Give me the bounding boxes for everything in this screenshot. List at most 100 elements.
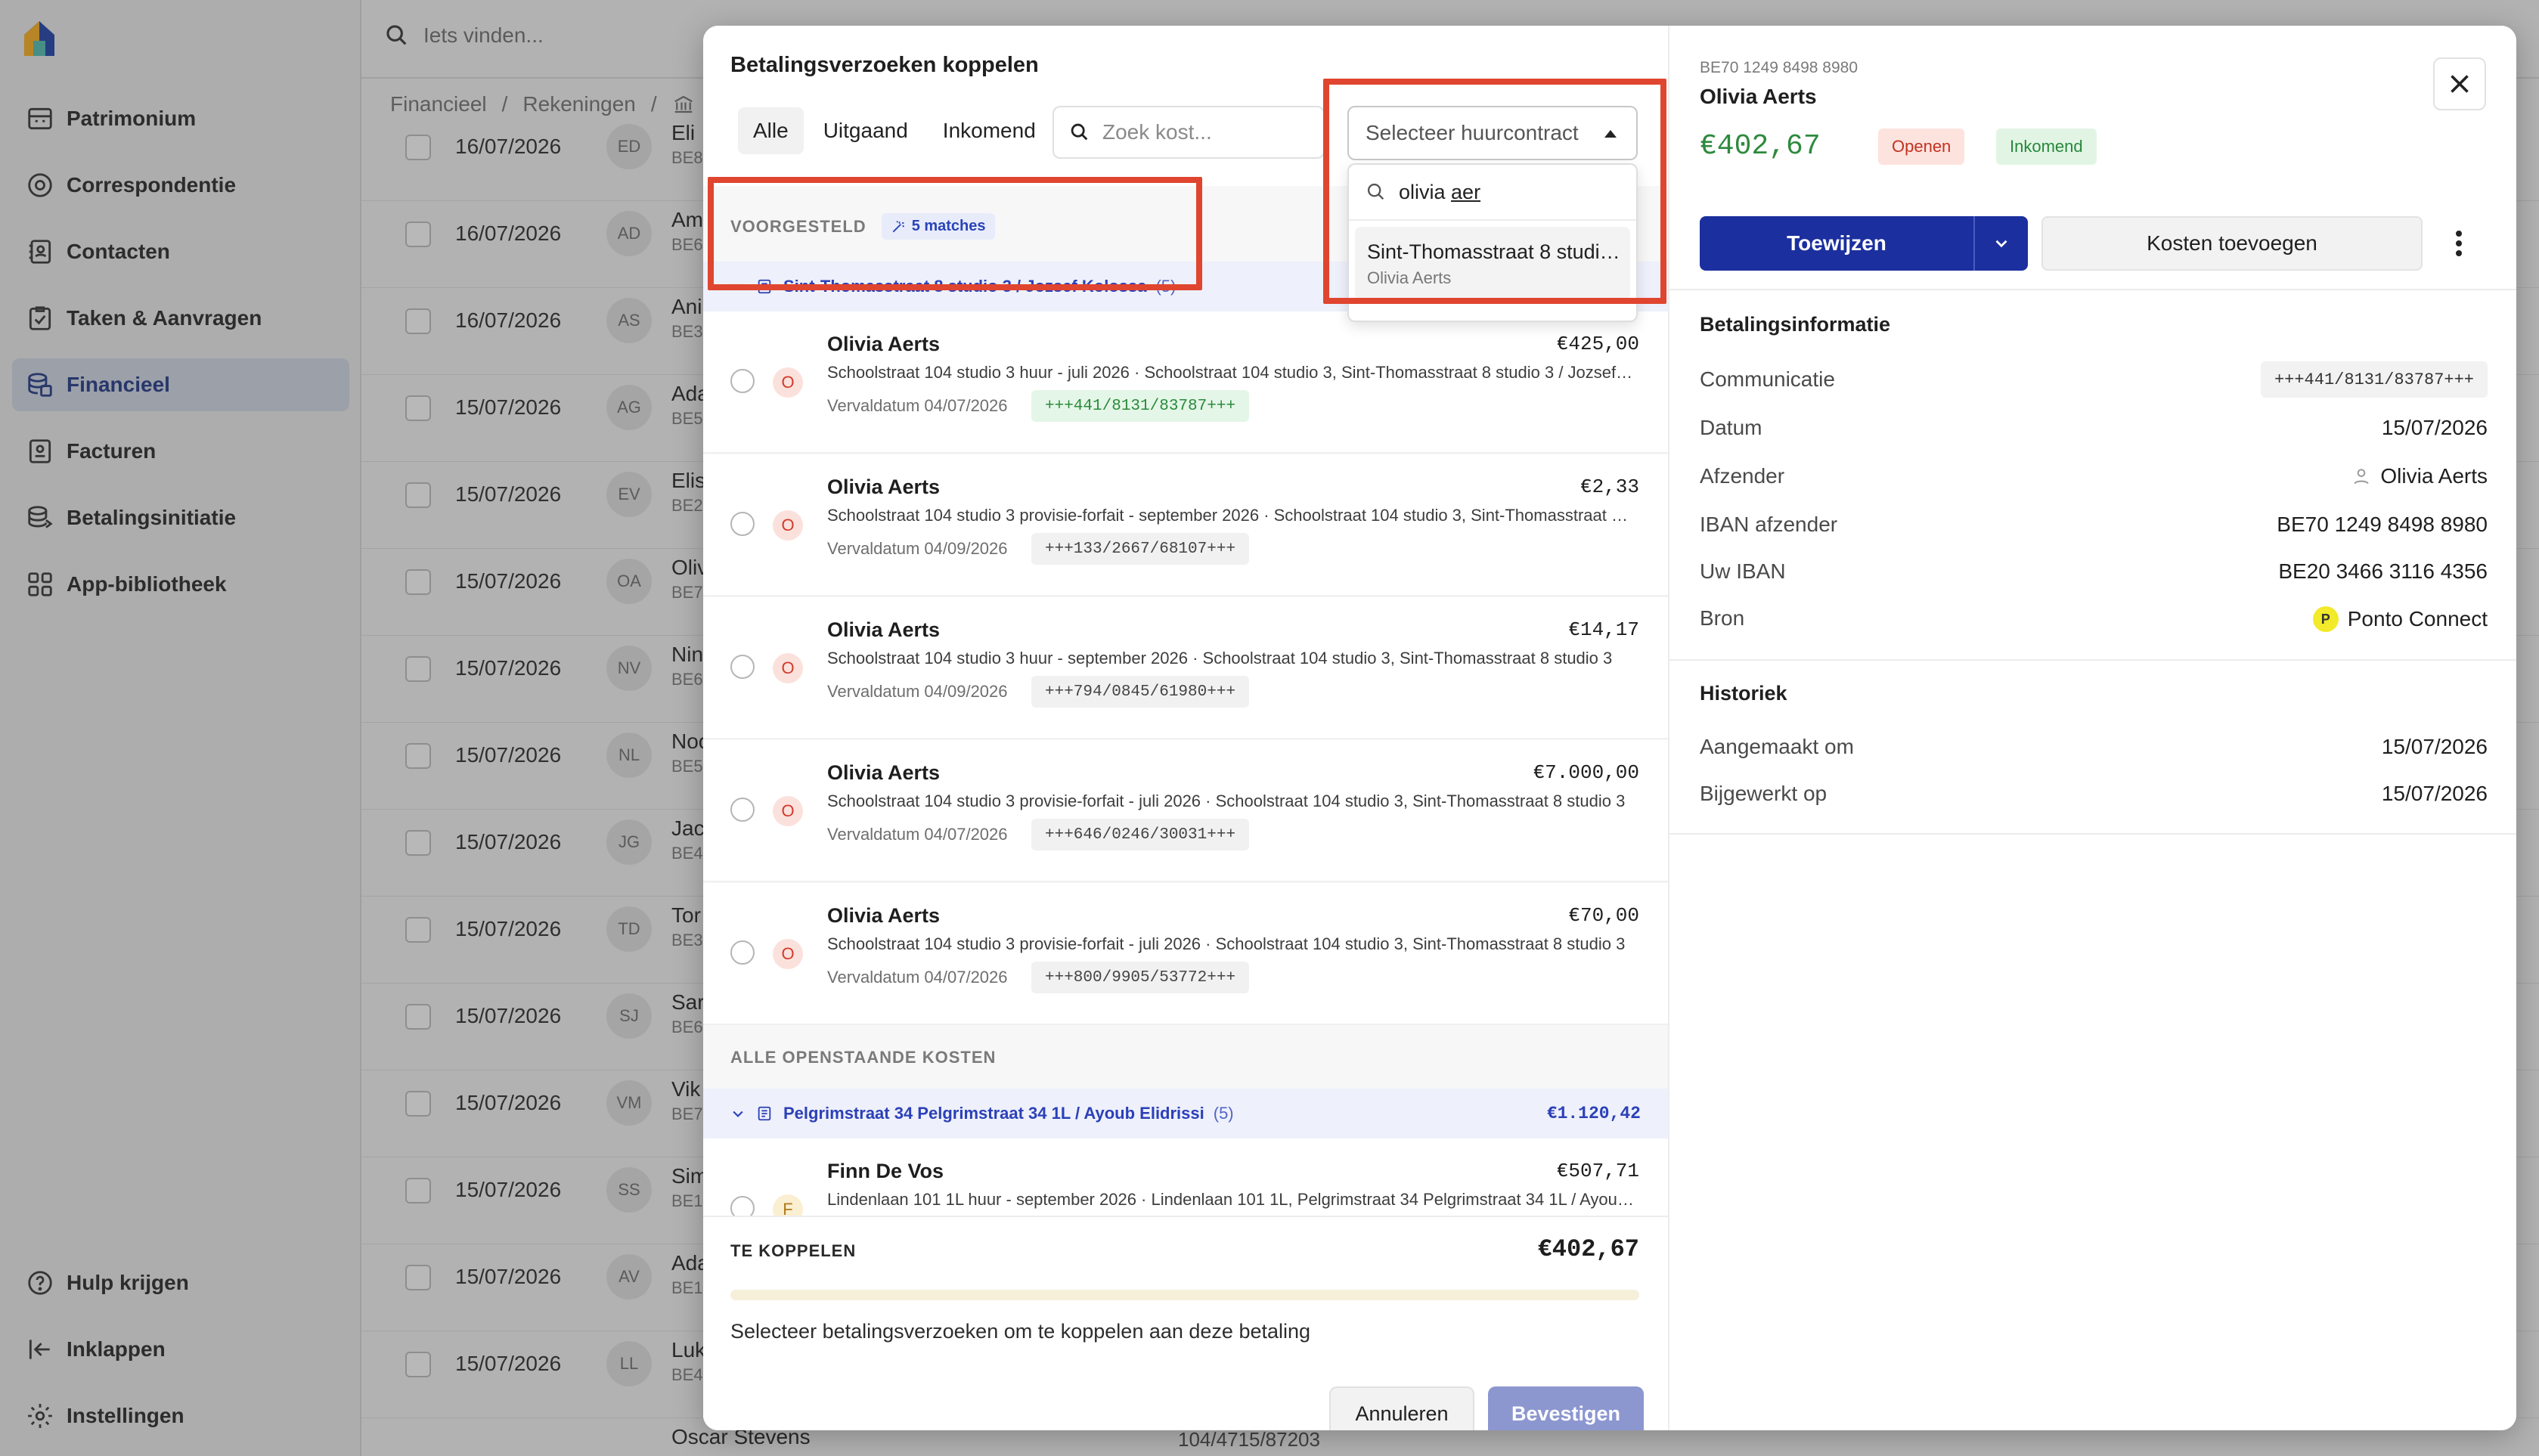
request-description: Lindenlaan 101 1L huur - september 2026 … [827, 1190, 1636, 1209]
info-row: Afzender Olivia Aerts [1700, 458, 2488, 496]
request-description: Schoolstraat 104 studio 3 huur - septemb… [827, 649, 1613, 668]
payment-request-item[interactable]: O Olivia Aerts €425,00 Schoolstraat 104 stu… [703, 311, 1668, 454]
matches-badge: 5 matches [881, 213, 995, 240]
info-row: IBAN afzender BE70 1249 8498 8980 [1700, 507, 2488, 544]
history-value: 15/07/2026 [2381, 735, 2488, 758]
payment-info-title: Betalingsinformatie [1700, 313, 1891, 336]
info-key: Afzender [1700, 464, 1785, 488]
avatar: O [773, 510, 803, 541]
request-amount: €507,71 [1556, 1160, 1639, 1182]
link-progress-bar [730, 1290, 1639, 1300]
info-value: Ponto Connect [2347, 607, 2488, 630]
payer-name: Finn De Vos [827, 1160, 944, 1182]
payer-name: Olivia Aerts [827, 476, 941, 498]
payer-name: Olivia Aerts [827, 333, 941, 355]
structured-reference: +++441/8131/83787+++ [1031, 390, 1250, 422]
to-link-amount: €402,67 [1537, 1235, 1639, 1263]
lease-contract-dropdown: olivia aer Sint-Thomasstraat 8 studio 3 … [1347, 163, 1638, 322]
avatar: O [773, 939, 803, 969]
add-costs-button[interactable]: Kosten toevoegen [2041, 216, 2423, 271]
dropdown-option-subtitle: Olivia Aerts [1367, 268, 1452, 287]
payment-request-item[interactable]: O Olivia Aerts €14,17 Schoolstraat 104 stud… [703, 597, 1668, 739]
cost-search-placeholder: Zoek kost... [1102, 120, 1212, 144]
select-radio[interactable] [730, 1196, 755, 1216]
assign-split-button: Toewijzen [1700, 216, 2028, 271]
history-row: Bijgewerkt op 15/07/2026 [1700, 776, 2488, 813]
open-costs-group-row[interactable]: Pelgrimstraat 34 Pelgrimstraat 34 1L / A… [703, 1089, 1668, 1138]
ponto-logo-icon: P [2312, 606, 2339, 632]
payment-request-item[interactable]: O Olivia Aerts €7.000,00 Schoolstraat 104 s… [703, 740, 1668, 882]
history-row: Aangemaakt om 15/07/2026 [1700, 729, 2488, 767]
group-count: (5) [1155, 277, 1176, 296]
payment-requests-pane: Betalingsverzoeken koppelen Alle Uitgaan… [703, 26, 1668, 1430]
close-button[interactable] [2433, 57, 2486, 110]
avatar: F [773, 1194, 803, 1216]
contract-icon [756, 278, 783, 295]
info-key: IBAN afzender [1700, 513, 1838, 536]
payment-requests-list[interactable]: VOORGESTELD 5 matches Sint-Thomasstraat … [703, 186, 1668, 1216]
payment-amount: €402,67 [1700, 130, 1821, 163]
info-key: Datum [1700, 416, 1762, 439]
request-amount: €7.000,00 [1533, 761, 1639, 784]
info-row: Uw IBAN BE20 3466 3116 4356 [1700, 553, 2488, 591]
divider [1669, 289, 2516, 290]
select-radio[interactable] [730, 798, 755, 822]
request-description: Schoolstraat 104 studio 3 huur - juli 20… [827, 363, 1636, 382]
tab-alle[interactable]: Alle [738, 107, 804, 154]
payment-request-item[interactable]: F Finn De Vos €507,71 Lindenlaan 101 1L … [703, 1138, 1668, 1216]
due-date: Vervaldatum 04/07/2026 [827, 825, 1008, 844]
request-amount: €70,00 [1568, 904, 1639, 927]
select-radio[interactable] [730, 940, 755, 965]
dropdown-option[interactable]: Sint-Thomasstraat 8 studio 3 / Jozsef Ko… [1355, 227, 1630, 301]
select-radio[interactable] [730, 655, 755, 679]
caret-up-icon [1604, 130, 1617, 138]
structured-reference: +++133/2667/68107+++ [1031, 533, 1250, 565]
history-value: 15/07/2026 [2381, 782, 2488, 805]
info-row: Communicatie +++441/8131/83787+++ [1700, 361, 2488, 399]
more-options-button[interactable] [2444, 227, 2474, 260]
request-amount: €425,00 [1556, 333, 1639, 355]
direction-tabs: Alle Uitgaand Inkomend [738, 107, 1051, 154]
structured-reference: +++800/9905/53772+++ [1031, 962, 1250, 993]
request-amount: €2,33 [1580, 476, 1639, 498]
status-badge: Openen [1878, 129, 1965, 165]
info-value: BE20 3466 3116 4356 [2278, 559, 2488, 583]
avatar: O [773, 653, 803, 683]
due-date: Vervaldatum 04/07/2026 [827, 968, 1008, 987]
sender-iban-header: BE70 1249 8498 8980 [1700, 59, 1859, 76]
tab-inkomend[interactable]: Inkomend [928, 107, 1051, 154]
suggested-heading-label: VOORGESTELD [730, 216, 866, 236]
structured-reference: +++646/0246/30031+++ [1031, 819, 1250, 850]
dropdown-search-input[interactable]: olivia aer [1349, 165, 1636, 221]
request-description: Schoolstraat 104 studio 3 provisie-forfa… [827, 506, 1636, 525]
suggested-heading: VOORGESTELD 5 matches [730, 213, 995, 240]
all-open-heading: ALLE OPENSTAANDE KOSTEN [730, 1048, 997, 1067]
assign-button[interactable]: Toewijzen [1700, 216, 1973, 271]
info-value: +++441/8131/83787+++ [2260, 361, 2488, 398]
confirm-button[interactable]: Bevestigen [1488, 1386, 1644, 1430]
lease-contract-select[interactable]: Selecteer huurcontract [1347, 106, 1638, 160]
group-title: Pelgrimstraat 34 Pelgrimstraat 34 1L / A… [783, 1104, 1204, 1123]
chevron-down-icon [1992, 234, 2011, 253]
direction-badge: Inkomend [1996, 129, 2097, 165]
select-radio[interactable] [730, 512, 755, 536]
chevron-down-icon [730, 279, 756, 294]
kebab-menu-icon [2455, 230, 2463, 257]
cancel-button[interactable]: Annuleren [1329, 1386, 1474, 1430]
modal-title: Betalingsverzoeken koppelen [730, 53, 1039, 77]
payment-request-item[interactable]: O Olivia Aerts €70,00 Schoolstraat 104 stud… [703, 883, 1668, 1025]
info-row: Datum 15/07/2026 [1700, 410, 2488, 448]
cost-search-input[interactable]: Zoek kost... [1052, 106, 1325, 159]
avatar: O [773, 367, 803, 398]
request-amount: €14,17 [1568, 618, 1639, 641]
due-date: Vervaldatum 04/09/2026 [827, 539, 1008, 558]
matches-count: 5 matches [911, 218, 986, 234]
link-payment-requests-modal: Betalingsverzoeken koppelen Alle Uitgaan… [703, 26, 2516, 1430]
history-key: Bijgewerkt op [1700, 782, 1828, 805]
tab-uitgaand[interactable]: Uitgaand [808, 107, 923, 154]
assign-options-button[interactable] [1975, 216, 2028, 271]
chevron-down-icon [730, 1106, 756, 1121]
payment-request-item[interactable]: O Olivia Aerts €2,33 Schoolstraat 104 studi… [703, 454, 1668, 596]
lease-contract-placeholder: Selecteer huurcontract [1366, 121, 1579, 144]
select-radio[interactable] [730, 369, 755, 393]
